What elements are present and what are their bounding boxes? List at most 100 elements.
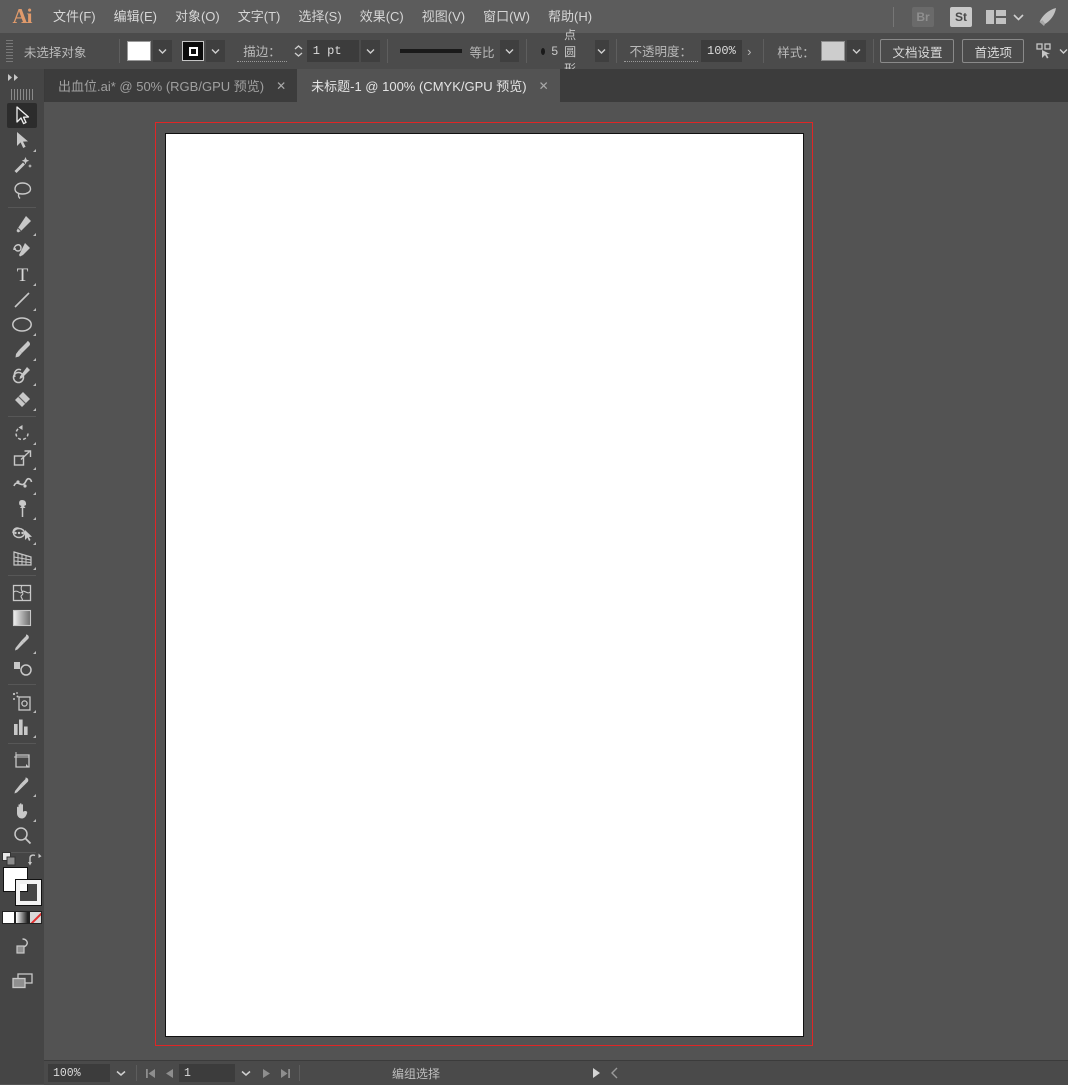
selection-tool[interactable] (7, 103, 37, 128)
line-segment-tool[interactable] (7, 287, 37, 312)
swap-fill-stroke-icon[interactable] (28, 853, 42, 869)
select-similar-icon[interactable] (1036, 43, 1054, 59)
color-mode-button[interactable] (2, 911, 16, 924)
stroke-swatch[interactable] (182, 41, 205, 61)
tools-panel: T (0, 69, 45, 1084)
menu-edit[interactable]: 编辑(E) (105, 0, 166, 33)
symbol-sprayer-tool[interactable] (7, 689, 37, 714)
stroke-weight-stepper[interactable] (290, 40, 307, 62)
document-tab-2-close-icon[interactable]: ✕ (539, 79, 549, 93)
artboard-chevron-down-icon[interactable] (235, 1064, 257, 1082)
stroke-weight-chevron-down-icon[interactable] (360, 40, 380, 62)
pen-tool[interactable] (7, 212, 37, 237)
divider (136, 1065, 137, 1081)
tools-panel-grip[interactable] (11, 89, 33, 100)
lasso-tool[interactable] (7, 178, 37, 203)
shaper-tool[interactable] (7, 362, 37, 387)
opacity-label[interactable]: 不透明度： (623, 41, 699, 62)
opacity-input[interactable]: 100% (701, 40, 743, 62)
style-swatch[interactable] (820, 41, 845, 61)
none-mode-button[interactable] (28, 911, 42, 924)
menu-file[interactable]: 文件(F) (44, 0, 105, 33)
rocket-icon[interactable] (1036, 7, 1058, 27)
divider (525, 39, 527, 63)
status-menu-icon[interactable] (586, 1064, 605, 1082)
flyout-indicator (33, 467, 36, 470)
tools-panel-collapse-double-chevron-right-icon[interactable] (0, 69, 44, 86)
document-setup-button[interactable]: 文档设置 (880, 39, 955, 63)
direct-selection-tool[interactable] (7, 128, 37, 153)
stroke-color-control[interactable] (182, 40, 226, 62)
gradient-tool[interactable] (7, 605, 37, 630)
blend-tool[interactable] (7, 655, 37, 680)
stroke-weight-input[interactable]: 1 pt (306, 40, 359, 62)
brush-definition-control[interactable]: 5 点圆形 (533, 28, 609, 76)
stroke-dropdown-chevron-down-icon[interactable] (206, 40, 226, 62)
preferences-button[interactable]: 首选项 (962, 39, 1024, 63)
screen-mode-icon[interactable] (7, 968, 37, 993)
stroke-color-swatch[interactable] (15, 879, 42, 906)
scale-tool[interactable] (7, 446, 37, 471)
column-graph-tool[interactable] (7, 714, 37, 739)
zoom-level-chevron-down-icon[interactable] (110, 1064, 132, 1082)
stroke-profile-chevron-down-icon[interactable] (499, 40, 519, 62)
control-bar-grip[interactable] (6, 40, 13, 62)
rotate-tool[interactable] (7, 421, 37, 446)
width-tool[interactable] (7, 471, 37, 496)
select-similar-chevron-down-icon[interactable] (1059, 48, 1068, 54)
curvature-tool[interactable] (7, 237, 37, 262)
stroke-profile-preview (394, 40, 467, 62)
status-resize-chevron-left-icon[interactable] (605, 1064, 624, 1082)
style-chevron-down-icon[interactable] (846, 40, 866, 62)
menu-object[interactable]: 对象(O) (166, 0, 229, 33)
stroke-weight-control[interactable]: 1 pt (290, 40, 380, 62)
zoom-level-input[interactable]: 100% (48, 1064, 110, 1082)
stock-icon[interactable]: St (950, 6, 972, 27)
hand-tool[interactable] (7, 798, 37, 823)
type-tool[interactable]: T (7, 262, 37, 287)
artboard-number-input[interactable]: 1 (179, 1064, 235, 1082)
menu-type[interactable]: 文字(T) (229, 0, 290, 33)
opacity-more-icon[interactable]: › (742, 44, 756, 59)
eyedropper-tool[interactable] (7, 630, 37, 655)
document-tab-2[interactable]: 未标题-1 @ 100% (CMYK/GPU 预览) ✕ (297, 69, 560, 102)
illustrator-window: Ai 文件(F) 编辑(E) 对象(O) 文字(T) 选择(S) 效果(C) 视… (0, 0, 1068, 1085)
gradient-mode-button[interactable] (15, 911, 29, 924)
app-logo: Ai (12, 4, 33, 28)
eraser-tool[interactable] (7, 387, 37, 412)
fill-dropdown-chevron-down-icon[interactable] (153, 40, 173, 62)
slice-tool[interactable] (7, 773, 37, 798)
menu-window[interactable]: 窗口(W) (474, 0, 539, 33)
fill-stroke-widget (2, 852, 42, 907)
mesh-tool[interactable] (7, 580, 37, 605)
artboard-tool[interactable] (7, 748, 37, 773)
fill-swatch[interactable] (127, 41, 152, 61)
perspective-grid-tool[interactable] (7, 546, 37, 571)
prev-artboard-icon[interactable] (160, 1064, 179, 1082)
document-tab-1[interactable]: 出血位.ai* @ 50% (RGB/GPU 预览) ✕ (44, 69, 298, 102)
brush-chevron-down-icon[interactable] (595, 40, 609, 62)
stroke-profile-control[interactable]: 等比 (394, 40, 519, 62)
next-artboard-icon[interactable] (257, 1064, 276, 1082)
bridge-icon[interactable]: Br (912, 6, 934, 27)
fill-control[interactable] (127, 40, 173, 62)
graphic-style-control[interactable] (820, 40, 866, 62)
magic-wand-tool[interactable] (7, 153, 37, 178)
arrange-documents-icon[interactable] (986, 9, 1006, 24)
document-tab-1-close-icon[interactable]: ✕ (276, 79, 286, 93)
zoom-tool[interactable] (7, 823, 37, 848)
free-transform-tool[interactable] (7, 496, 37, 521)
last-artboard-icon[interactable] (276, 1064, 295, 1082)
draw-normal-icon[interactable] (7, 933, 37, 958)
stroke-weight-label[interactable]: 描边： (237, 41, 287, 62)
menu-view[interactable]: 视图(V) (413, 0, 474, 33)
artboard[interactable] (165, 133, 804, 1037)
shape-builder-tool[interactable] (7, 521, 37, 546)
ellipse-tool[interactable] (7, 312, 37, 337)
chevron-down-icon[interactable] (1013, 13, 1024, 21)
menu-effect[interactable]: 效果(C) (351, 0, 413, 33)
paintbrush-tool[interactable] (7, 337, 37, 362)
canvas-area[interactable] (44, 102, 1068, 1060)
first-artboard-icon[interactable] (141, 1064, 160, 1082)
menu-select[interactable]: 选择(S) (289, 0, 350, 33)
